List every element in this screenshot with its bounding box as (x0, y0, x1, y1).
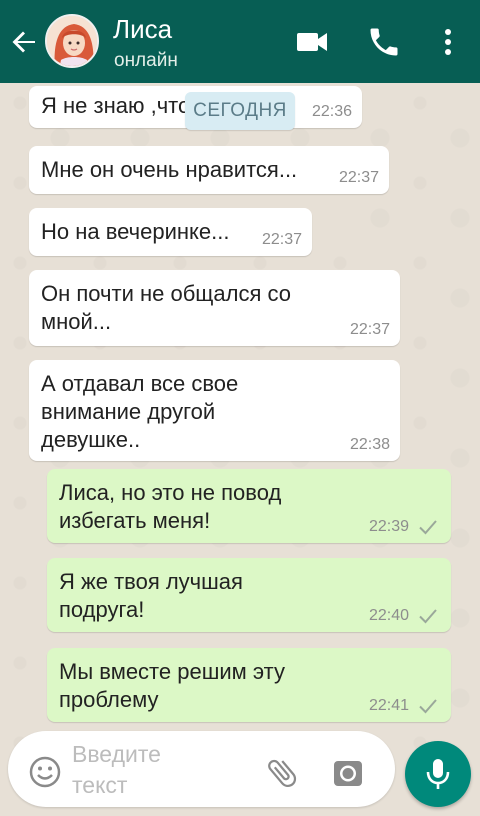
back-button[interactable] (8, 26, 40, 58)
message-time: 22:37 (338, 169, 379, 186)
message-text: Он почти не общался со мной... (41, 281, 291, 334)
date-chip: СЕГОДНЯ (185, 92, 295, 130)
back-arrow-icon (12, 31, 35, 53)
message-text: Но на вечеринке... (41, 219, 230, 244)
message-text: Мне он очень нравится... (41, 157, 298, 182)
message-time: 22:37 (261, 231, 302, 248)
message-time: 22:38 (349, 436, 390, 453)
sent-check-icon (419, 520, 437, 535)
message-composer (8, 731, 395, 807)
incoming-message[interactable]: Но на вечеринке... 22:37 (29, 208, 312, 256)
phone-icon (370, 28, 398, 56)
message-input[interactable] (72, 739, 202, 803)
outgoing-message[interactable]: Я же твоя лучшая подруга! 22:40 (47, 558, 451, 632)
camera-button[interactable] (330, 755, 366, 791)
voice-call-button[interactable] (366, 24, 402, 60)
message-time: 22:37 (349, 321, 390, 338)
contact-status: онлайн (114, 50, 178, 71)
message-text: Мы вместе решим эту проблему (59, 659, 285, 712)
incoming-message[interactable]: Он почти не общался со мной... 22:37 (29, 270, 400, 346)
voice-record-button[interactable] (405, 741, 471, 807)
avatar-image (47, 16, 97, 66)
more-vert-icon (445, 29, 451, 55)
emoji-icon (29, 756, 61, 788)
message-time: 22:40 (368, 607, 409, 624)
more-options-button[interactable] (430, 24, 466, 60)
video-call-icon (297, 33, 327, 51)
incoming-message[interactable]: Мне он очень нравится... 22:37 (29, 146, 389, 194)
microphone-icon (426, 759, 450, 789)
message-text: Лиса, но это не повод избегать меня! (59, 480, 282, 533)
message-time: 22:39 (368, 518, 409, 535)
message-time: 22:36 (311, 103, 352, 120)
avatar[interactable] (45, 14, 99, 68)
chat-header: Лиса онлайн (0, 0, 480, 83)
camera-icon (334, 761, 362, 786)
contact-name[interactable]: Лиса (113, 14, 172, 45)
sent-check-icon (419, 609, 437, 624)
paperclip-icon (268, 759, 297, 788)
emoji-button[interactable] (28, 755, 62, 789)
outgoing-message[interactable]: Лиса, но это не повод избегать меня! 22:… (47, 469, 451, 543)
message-text: А отдавал все свое внимание другой девуш… (41, 371, 239, 452)
attach-button[interactable] (264, 755, 300, 791)
incoming-message[interactable]: А отдавал все свое внимание другой девуш… (29, 360, 400, 461)
message-text: Я же твоя лучшая подруга! (59, 569, 243, 622)
sent-check-icon (419, 699, 437, 714)
message-time: 22:41 (368, 697, 409, 714)
video-call-button[interactable] (294, 24, 330, 60)
outgoing-message[interactable]: Мы вместе решим эту проблему 22:41 (47, 648, 451, 722)
